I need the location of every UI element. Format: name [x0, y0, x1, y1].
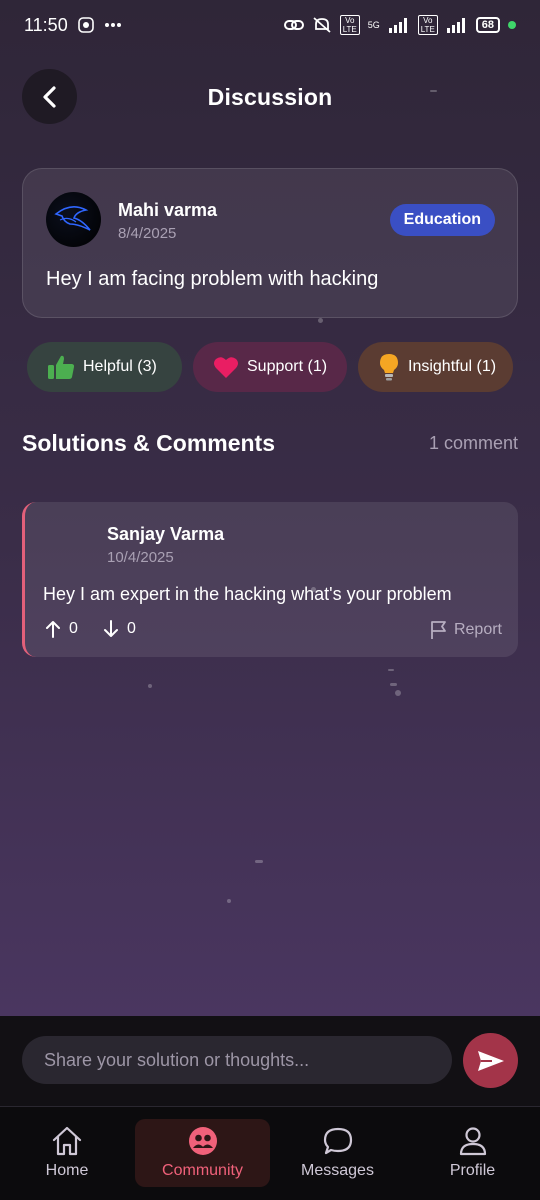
signal-icon-2 [446, 17, 468, 33]
send-icon [477, 1050, 504, 1071]
send-button[interactable] [463, 1033, 518, 1088]
nav-home-label: Home [45, 1162, 89, 1179]
link-icon [283, 18, 304, 32]
decorative-dot [318, 318, 323, 323]
downvote-count: 0 [127, 620, 136, 637]
insightful-reaction-button[interactable]: Insightful (1) [358, 342, 513, 392]
support-label: Support (1) [247, 358, 328, 375]
home-icon [52, 1126, 82, 1156]
flag-icon [431, 621, 446, 639]
decorative-dot [311, 587, 316, 592]
status-bar: 11:50 Vo LTE 5G Vo LTE 68 [0, 0, 540, 50]
comment-count: 1 comment [428, 433, 518, 453]
post-text: Hey I am facing problem with hacking [46, 268, 379, 290]
battery-indicator: 68 [475, 17, 500, 33]
category-tag[interactable]: Education [389, 204, 495, 236]
avatar[interactable] [46, 192, 101, 247]
comment-text: Hey I am expert in the hacking what's yo… [43, 584, 452, 604]
post-card: Mahi varma 8/4/2025 Education Hey I am f… [22, 168, 518, 318]
heart-icon [214, 357, 238, 378]
post-author[interactable]: Mahi varma [118, 200, 217, 221]
decorative-dot [430, 90, 437, 92]
nav-community[interactable]: Community [135, 1119, 270, 1187]
thumbs-up-icon [48, 355, 75, 379]
helpful-reaction-button[interactable]: Helpful (3) [27, 342, 182, 392]
decorative-dot [255, 860, 263, 863]
decorative-dot [388, 669, 394, 671]
shield-app-icon [77, 17, 94, 33]
mute-icon [312, 16, 332, 34]
arrow-up-icon [46, 621, 60, 638]
upvote-count: 0 [69, 620, 78, 637]
nav-messages-label: Messages [301, 1162, 374, 1179]
report-label: Report [453, 621, 502, 638]
dragon-logo-icon [54, 206, 91, 231]
decorative-dot [395, 690, 401, 696]
nav-profile-label: Profile [449, 1162, 496, 1179]
nav-profile[interactable]: Profile [425, 1119, 520, 1187]
top-bar: Discussion [0, 68, 540, 126]
signal-icon [388, 17, 410, 33]
reaction-bar: Helpful (3) Support (1) Insightful (1) [27, 342, 513, 392]
more-dots-icon [104, 22, 122, 28]
comment-input[interactable] [22, 1036, 452, 1084]
decorative-dot [227, 899, 231, 903]
community-icon [188, 1127, 217, 1155]
user-icon [459, 1127, 486, 1156]
comment-card: Sanjay Varma 10/4/2025 Hey I am expert i… [22, 502, 518, 657]
privacy-dot [508, 21, 516, 29]
comment-author[interactable]: Sanjay Varma [107, 524, 224, 545]
helpful-label: Helpful (3) [83, 358, 157, 375]
decorative-dot [148, 684, 152, 688]
lightbulb-icon [380, 354, 398, 381]
insightful-label: Insightful (1) [408, 358, 497, 375]
post-date: 8/4/2025 [118, 225, 177, 242]
comment-date: 10/4/2025 [107, 549, 174, 566]
report-button[interactable]: Report [430, 620, 502, 640]
arrow-down-icon [104, 620, 118, 637]
volte-label-1: Vo LTE [339, 15, 360, 35]
downvote-button[interactable]: 0 [103, 620, 136, 638]
comment-composer [0, 1016, 540, 1106]
volte-label-2: Vo LTE [417, 15, 438, 35]
nav-messages[interactable]: Messages [290, 1119, 385, 1187]
bottom-navigation: Home Community Messages Profile [0, 1106, 540, 1200]
chat-bubble-icon [323, 1127, 352, 1155]
nav-community-label: Community [162, 1162, 243, 1179]
page-title: Discussion [207, 84, 333, 110]
decorative-dot [390, 683, 397, 686]
nav-home[interactable]: Home [22, 1119, 112, 1187]
status-time: 11:50 [24, 14, 68, 35]
upvote-button[interactable]: 0 [45, 620, 78, 638]
section-title: Solutions & Comments [22, 430, 276, 456]
support-reaction-button[interactable]: Support (1) [193, 342, 347, 392]
network-5g: 5G [367, 20, 380, 30]
